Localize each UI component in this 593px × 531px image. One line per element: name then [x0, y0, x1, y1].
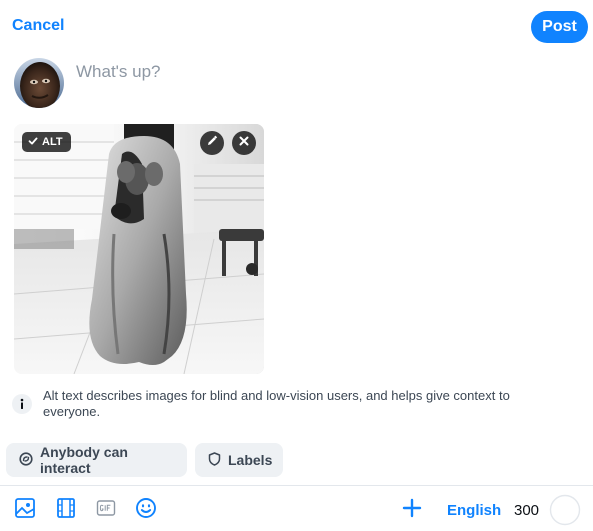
info-icon	[12, 394, 32, 414]
add-video-button[interactable]	[54, 497, 78, 524]
plus-icon	[402, 498, 422, 523]
alt-text-badge[interactable]: ALT	[22, 132, 71, 152]
shield-icon	[208, 451, 221, 469]
character-progress-ring	[549, 494, 581, 526]
add-emoji-button[interactable]	[134, 497, 158, 524]
toolbar-divider	[0, 485, 593, 486]
close-icon	[238, 134, 250, 152]
image-icon	[14, 497, 36, 524]
post-button[interactable]: Post	[531, 11, 588, 43]
attached-image: ALT	[14, 124, 264, 374]
character-count: 300	[514, 502, 540, 519]
check-icon	[28, 136, 38, 149]
interaction-icon	[19, 451, 33, 469]
emoji-icon	[135, 497, 157, 524]
alt-text-info-text: Alt text describes images for blind and …	[43, 388, 510, 419]
gif-icon	[96, 499, 116, 522]
pencil-icon	[206, 134, 218, 152]
language-selector[interactable]: English	[447, 502, 501, 519]
interaction-settings-button[interactable]: Anybody can interact	[6, 443, 187, 477]
avatar	[14, 58, 64, 108]
interaction-label: Anybody can interact	[40, 444, 128, 476]
add-gif-button[interactable]	[94, 498, 118, 522]
remove-image-button[interactable]	[232, 131, 256, 155]
alt-badge-label: ALT	[42, 136, 63, 148]
labels-button[interactable]: Labels	[195, 443, 283, 477]
edit-image-button[interactable]	[200, 131, 224, 155]
add-image-button[interactable]	[13, 497, 37, 524]
composer-header: Cancel Post	[0, 0, 593, 54]
ghost-dog-photo	[14, 124, 264, 374]
add-thread-post-button[interactable]	[400, 498, 424, 522]
alt-text-info: Alt text describes images for blind and …	[12, 388, 582, 420]
post-text-input[interactable]	[76, 60, 556, 84]
video-icon	[56, 497, 76, 524]
labels-label: Labels	[228, 452, 273, 468]
cancel-button[interactable]: Cancel	[12, 17, 64, 35]
